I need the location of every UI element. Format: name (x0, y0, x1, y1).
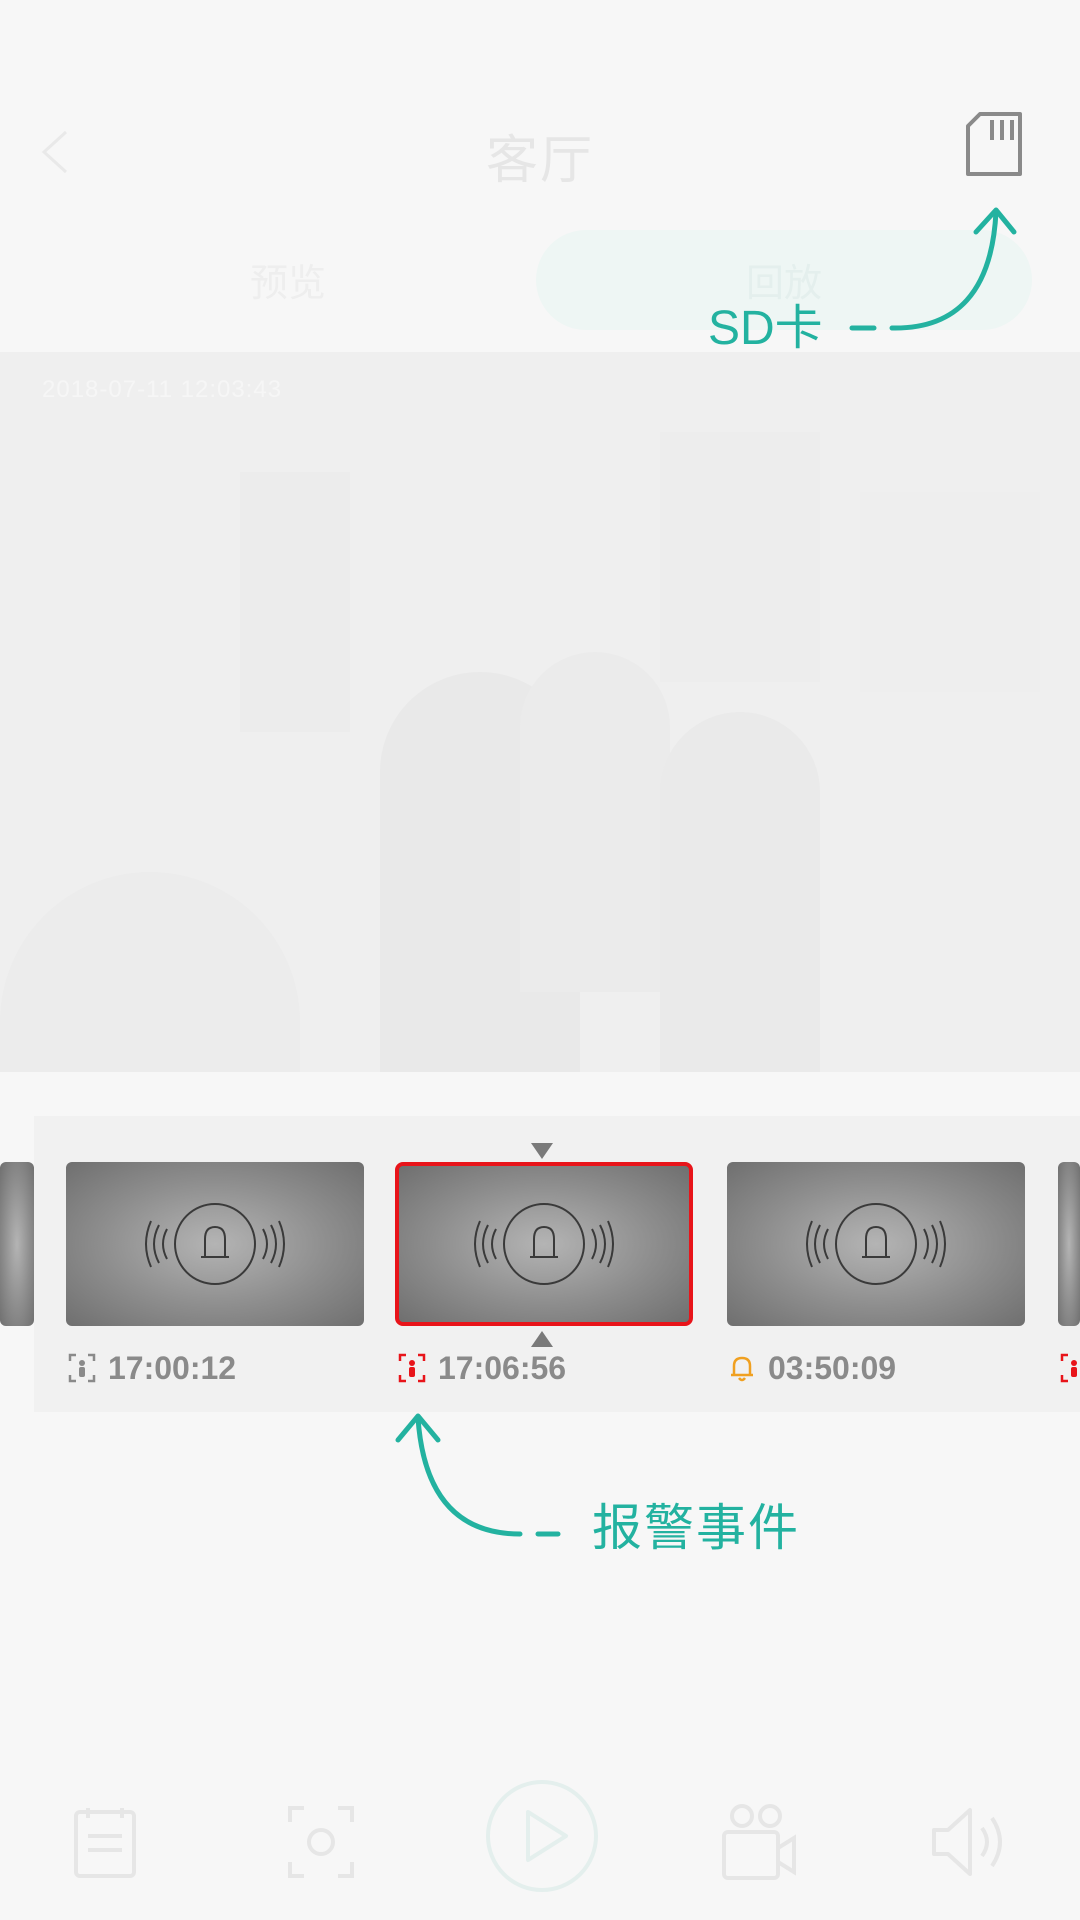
bottom-toolbar (0, 1760, 1080, 1892)
screenshot-button[interactable] (286, 1804, 356, 1885)
speaker-icon (932, 1808, 1002, 1876)
clipboard-button[interactable] (72, 1804, 138, 1885)
clipboard-icon (74, 1808, 136, 1878)
annotation-arrows (395, 207, 1017, 1537)
record-button[interactable] (720, 1802, 798, 1887)
screenshot-icon (288, 1806, 354, 1878)
play-button[interactable] (484, 1778, 600, 1899)
speaker-button[interactable] (930, 1804, 1010, 1885)
video-record-icon (722, 1804, 796, 1880)
play-icon (486, 1780, 598, 1892)
